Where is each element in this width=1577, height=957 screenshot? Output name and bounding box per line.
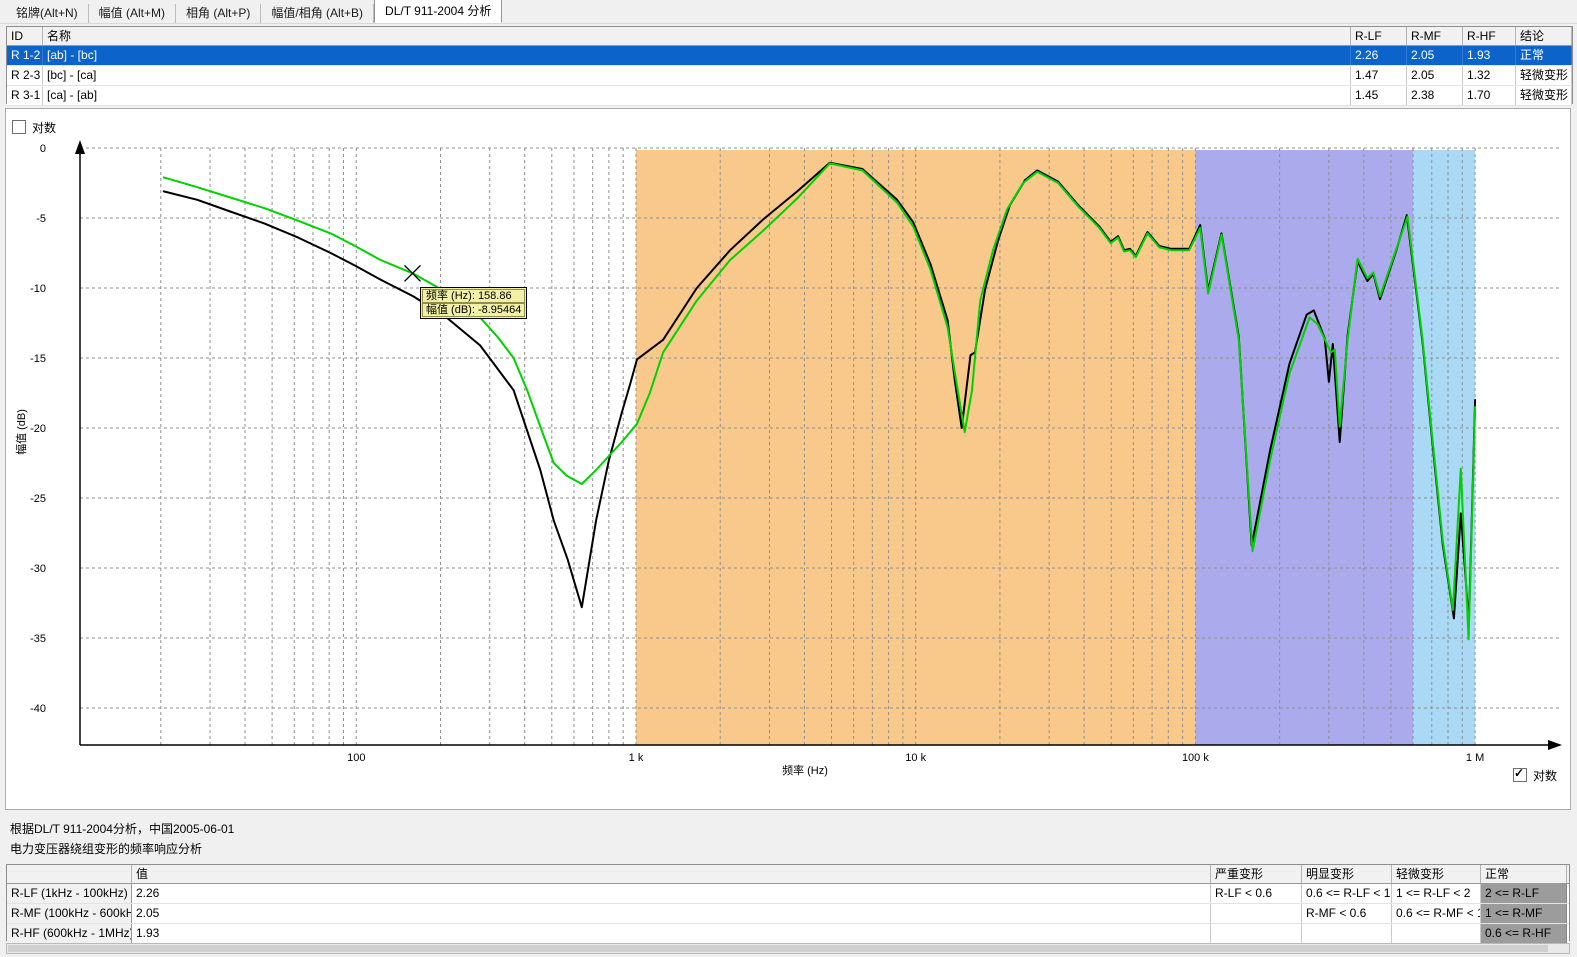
horizontal-scrollbar[interactable] (6, 943, 1570, 954)
cell-conclusion: 轻微变形 (1516, 66, 1572, 85)
column-header[interactable]: R-HF (1463, 27, 1516, 45)
column-header[interactable]: R-LF (1351, 27, 1407, 45)
cell-slight (1392, 924, 1481, 943)
tab-bar: 铭牌(Alt+N)幅值 (Alt+M)相角 (Alt+P)幅值/相角 (Alt+… (0, 0, 1577, 24)
cell-r_hf: 1.32 (1463, 66, 1516, 85)
checkbox-icon[interactable] (12, 120, 26, 134)
analysis-notes: 根据DL/T 911-2004分析，中国2005-06-01 电力变压器绕组变形… (10, 819, 234, 859)
column-header[interactable]: 结论 (1516, 27, 1572, 45)
svg-text:-35: -35 (30, 633, 46, 645)
svg-text:-20: -20 (30, 423, 46, 435)
analysis-note-line1: 根据DL/T 911-2004分析，中国2005-06-01 (10, 819, 234, 839)
criteria-table: 值严重变形明显变形轻微变形正常R-LF (1kHz - 100kHz)2.26R… (6, 864, 1570, 941)
cell-value: 2.05 (132, 904, 1211, 923)
x-axis-title: 频率 (Hz) (782, 763, 828, 777)
cell-severe: R-LF < 0.6 (1211, 884, 1302, 903)
column-header: 轻微变形 (1392, 865, 1481, 883)
cell-r_mf: 2.38 (1407, 86, 1463, 105)
cell-label: R-MF (100kHz - 600kHz) (7, 904, 132, 923)
log-checkbox-top[interactable]: 对数 (12, 120, 56, 134)
tab-item-1[interactable]: 幅值 (Alt+M) (89, 4, 176, 23)
cell-r_lf: 1.47 (1351, 66, 1407, 85)
cell-name: [bc] - [ca] (43, 66, 1351, 85)
cell-normal: 2 <= R-LF (1481, 884, 1567, 903)
tab-item-4[interactable]: DL/T 911-2004 分析 (374, 0, 502, 23)
column-header: 值 (132, 865, 1211, 883)
results-table[interactable]: ID名称R-LFR-MFR-HF结论R 1-2[ab] - [bc]2.262.… (6, 26, 1573, 104)
svg-text:-15: -15 (30, 353, 46, 365)
cell-value: 1.93 (132, 924, 1211, 943)
cell-normal: 1 <= R-MF (1481, 904, 1567, 923)
analysis-note-line2: 电力变压器绕组变形的频率响应分析 (10, 839, 234, 859)
cursor-cross-icon (405, 265, 421, 281)
cell-r_mf: 2.05 (1407, 46, 1463, 65)
column-header (7, 865, 132, 883)
cell-name: [ca] - [ab] (43, 86, 1351, 105)
cell-name: [ab] - [bc] (43, 46, 1351, 65)
table-row[interactable]: R 3-1[ca] - [ab]1.452.381.70轻微变形 (7, 86, 1572, 106)
column-header[interactable]: R-MF (1407, 27, 1463, 45)
frequency-bands (636, 150, 1475, 745)
cell-severe (1211, 904, 1302, 923)
cell-label: R-HF (600kHz - 1MHz) (7, 924, 132, 943)
cell-id: R 3-1 (7, 86, 43, 105)
cell-slight: 1 <= R-LF < 2 (1392, 884, 1481, 903)
criteria-header-row: 值严重变形明显变形轻微变形正常 (7, 865, 1569, 884)
data-tooltip: 频率 (Hz): 158.86 幅值 (dB): -8.95464 (420, 287, 527, 319)
table-row: R-MF (100kHz - 600kHz)2.05 R-MF < 0.60.6 … (7, 904, 1569, 924)
column-header: 明显变形 (1302, 865, 1392, 883)
cell-conclusion: 轻微变形 (1516, 86, 1572, 105)
log-checkbox-bottom-label: 对数 (1533, 767, 1557, 784)
tab-item-3[interactable]: 幅值/相角 (Alt+B) (261, 4, 374, 23)
cell-value: 2.26 (132, 884, 1211, 903)
table-row[interactable]: R 2-3[bc] - [ca]1.472.051.32轻微变形 (7, 66, 1572, 86)
results-header-row: ID名称R-LFR-MFR-HF结论 (7, 27, 1572, 46)
svg-text:-10: -10 (30, 283, 46, 295)
tab-item-2[interactable]: 相角 (Alt+P) (176, 4, 261, 23)
cell-obvious (1302, 924, 1392, 943)
cell-label: R-LF (1kHz - 100kHz) (7, 884, 132, 903)
log-checkbox-bottom[interactable]: 对数 (1513, 768, 1557, 782)
tooltip-amplitude: 幅值 (dB): -8.95464 (422, 303, 525, 317)
log-checkbox-top-label: 对数 (32, 119, 56, 136)
svg-text:1 M: 1 M (1466, 752, 1484, 764)
svg-text:-25: -25 (30, 493, 46, 505)
svg-text:1 k: 1 k (629, 752, 644, 764)
table-row: R-HF (600kHz - 1MHz)1.93 0.6 <= R-HF (7, 924, 1569, 944)
frequency-response-chart[interactable]: 100 1 k 10 k 100 k 1 M 0 -5 -10 -15 -20 -25 -30 -35 -… (5, 108, 1571, 810)
checkbox-icon[interactable] (1513, 768, 1527, 782)
y-axis-title: 幅值 (dB) (15, 409, 28, 455)
tab-item-0[interactable]: 铭牌(Alt+N) (6, 4, 89, 23)
tooltip-frequency: 频率 (Hz): 158.86 (422, 289, 525, 303)
column-header[interactable]: ID (7, 27, 43, 45)
svg-text:0: 0 (40, 143, 46, 155)
cell-id: R 2-3 (7, 66, 43, 85)
svg-text:100: 100 (347, 752, 365, 764)
cell-r_lf: 2.26 (1351, 46, 1407, 65)
cell-id: R 1-2 (7, 46, 43, 65)
cell-r_lf: 1.45 (1351, 86, 1407, 105)
svg-text:-40: -40 (30, 703, 46, 715)
scrollbar-thumb[interactable] (8, 945, 1548, 952)
svg-text:10 k: 10 k (905, 752, 926, 764)
cell-conclusion: 正常 (1516, 46, 1572, 65)
svg-text:100 k: 100 k (1182, 752, 1209, 764)
table-row[interactable]: R 1-2[ab] - [bc]2.262.051.93正常 (7, 46, 1572, 66)
svg-text:-5: -5 (36, 213, 46, 225)
cell-normal: 0.6 <= R-HF (1481, 924, 1567, 943)
cell-slight: 0.6 <= R-MF < 1 (1392, 904, 1481, 923)
cell-obvious: R-MF < 0.6 (1302, 904, 1392, 923)
cell-r_hf: 1.93 (1463, 46, 1516, 65)
cell-r_hf: 1.70 (1463, 86, 1516, 105)
column-header: 严重变形 (1211, 865, 1302, 883)
column-header[interactable]: 名称 (43, 27, 1351, 45)
cell-obvious: 0.6 <= R-LF < 1 (1302, 884, 1392, 903)
svg-text:-30: -30 (30, 563, 46, 575)
table-row: R-LF (1kHz - 100kHz)2.26R-LF < 0.60.6 <=… (7, 884, 1569, 904)
column-header: 正常 (1481, 865, 1567, 883)
cell-severe (1211, 924, 1302, 943)
cell-r_mf: 2.05 (1407, 66, 1463, 85)
